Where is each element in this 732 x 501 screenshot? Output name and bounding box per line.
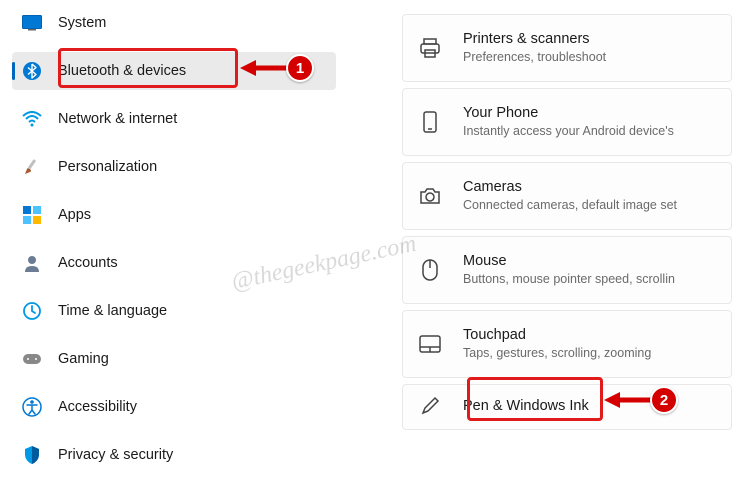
card-title: Mouse — [463, 252, 675, 271]
clock-globe-icon — [22, 301, 42, 321]
sidebar-item-bluetooth-devices[interactable]: Bluetooth & devices — [12, 52, 336, 90]
sidebar-item-label: Network & internet — [58, 111, 177, 127]
sidebar-item-system[interactable]: System — [12, 4, 336, 42]
sidebar-item-personalization[interactable]: Personalization — [12, 148, 336, 186]
card-printers-scanners[interactable]: Printers & scanners Preferences, trouble… — [402, 14, 732, 82]
sidebar-item-label: Apps — [58, 207, 91, 223]
sidebar-item-accounts[interactable]: Accounts — [12, 244, 336, 282]
system-icon — [22, 13, 42, 33]
apps-icon — [22, 205, 42, 225]
card-title: Printers & scanners — [463, 30, 606, 49]
pen-icon — [419, 395, 441, 417]
sidebar: System Bluetooth & devices Network & int… — [0, 0, 346, 501]
mouse-icon — [419, 259, 441, 281]
sidebar-item-network-internet[interactable]: Network & internet — [12, 100, 336, 138]
printer-icon — [419, 37, 441, 59]
sidebar-item-label: Bluetooth & devices — [58, 63, 186, 79]
sidebar-item-label: Gaming — [58, 351, 109, 367]
card-subtitle: Taps, gestures, scrolling, zooming — [463, 345, 651, 361]
gamepad-icon — [22, 349, 42, 369]
sidebar-item-label: System — [58, 15, 106, 31]
sidebar-item-label: Time & language — [58, 303, 167, 319]
wifi-icon — [22, 109, 42, 129]
card-pen-windows-ink[interactable]: Pen & Windows Ink — [402, 384, 732, 430]
bluetooth-icon — [22, 61, 42, 81]
sidebar-item-label: Accessibility — [58, 399, 137, 415]
sidebar-item-label: Accounts — [58, 255, 118, 271]
card-subtitle: Instantly access your Android device's — [463, 123, 674, 139]
phone-icon — [419, 111, 441, 133]
card-your-phone[interactable]: Your Phone Instantly access your Android… — [402, 88, 732, 156]
card-title: Pen & Windows Ink — [463, 397, 589, 416]
camera-icon — [419, 185, 441, 207]
paintbrush-icon — [22, 157, 42, 177]
card-cameras[interactable]: Cameras Connected cameras, default image… — [402, 162, 732, 230]
main-content: Printers & scanners Preferences, trouble… — [346, 0, 732, 501]
card-mouse[interactable]: Mouse Buttons, mouse pointer speed, scro… — [402, 236, 732, 304]
sidebar-item-privacy-security[interactable]: Privacy & security — [12, 436, 336, 474]
card-title: Touchpad — [463, 326, 651, 345]
touchpad-icon — [419, 333, 441, 355]
accessibility-icon — [22, 397, 42, 417]
card-title: Your Phone — [463, 104, 674, 123]
sidebar-item-accessibility[interactable]: Accessibility — [12, 388, 336, 426]
shield-icon — [22, 445, 42, 465]
person-icon — [22, 253, 42, 273]
sidebar-item-time-language[interactable]: Time & language — [12, 292, 336, 330]
card-title: Cameras — [463, 178, 677, 197]
sidebar-item-gaming[interactable]: Gaming — [12, 340, 336, 378]
card-subtitle: Connected cameras, default image set — [463, 197, 677, 213]
card-subtitle: Buttons, mouse pointer speed, scrollin — [463, 271, 675, 287]
sidebar-item-label: Privacy & security — [58, 447, 173, 463]
sidebar-item-label: Personalization — [58, 159, 157, 175]
sidebar-item-apps[interactable]: Apps — [12, 196, 336, 234]
card-touchpad[interactable]: Touchpad Taps, gestures, scrolling, zoom… — [402, 310, 732, 378]
card-subtitle: Preferences, troubleshoot — [463, 49, 606, 65]
